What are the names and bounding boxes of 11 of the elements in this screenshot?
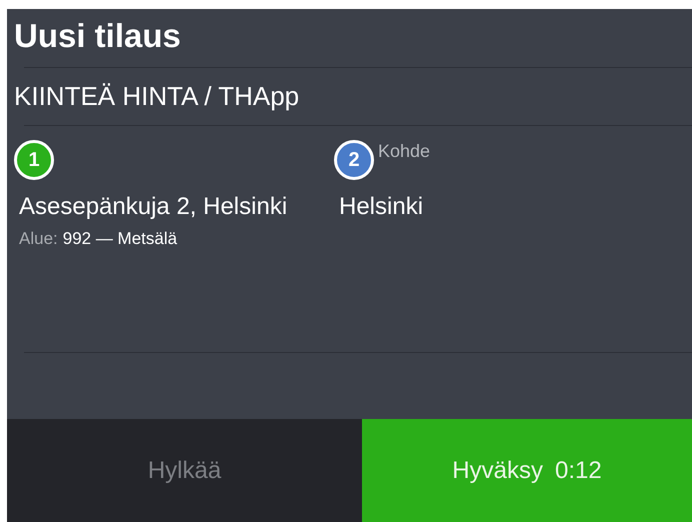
reject-button[interactable]: Hylkää bbox=[7, 419, 362, 522]
stop-number-badge: 2 bbox=[334, 140, 374, 180]
stop-number-badge: 1 bbox=[14, 140, 54, 180]
stop-address: Asesepänkuja 2, Helsinki bbox=[18, 192, 288, 222]
page-title: Uusi tilaus bbox=[14, 17, 181, 54]
stop-label: Kohde bbox=[378, 142, 430, 160]
accept-button[interactable]: Hyväksy 0:12 bbox=[362, 419, 692, 522]
area-label: Alue: bbox=[19, 228, 58, 250]
price-type-text: KIINTEÄ HINTA / THApp bbox=[14, 81, 300, 111]
area-value: 992 — Metsälä bbox=[62, 228, 178, 250]
stop-address: Helsinki bbox=[338, 192, 424, 222]
